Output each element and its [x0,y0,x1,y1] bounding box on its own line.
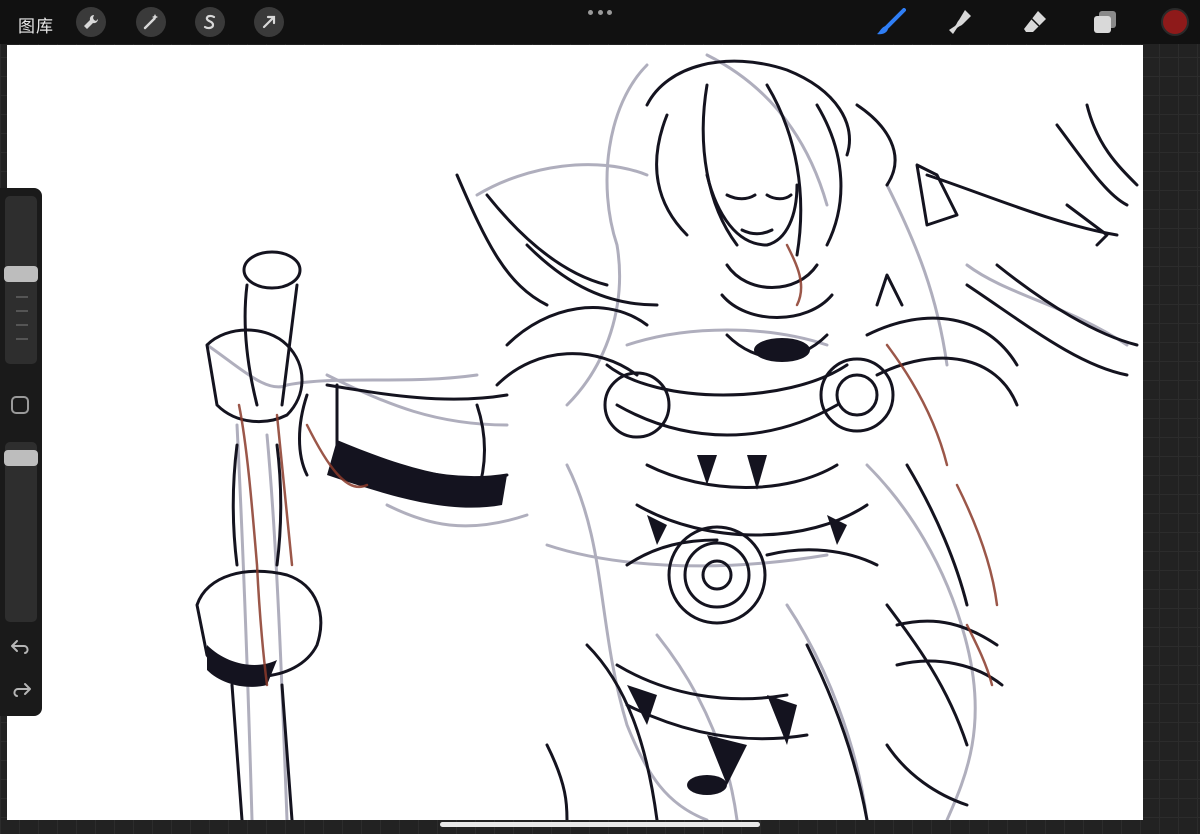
brush-size-thumb[interactable] [4,266,38,282]
drawing-canvas[interactable] [7,45,1143,820]
eraser-tool-button[interactable] [1020,8,1050,36]
undo-icon[interactable] [10,638,32,656]
wrench-icon [84,14,99,29]
grip-line [16,338,28,340]
left-sidebar [0,188,42,716]
opacity-slider[interactable] [4,442,38,622]
smudge-tool-button[interactable] [946,8,976,36]
home-indicator [440,822,760,827]
modify-button[interactable] [11,396,29,414]
transform-button[interactable] [254,7,284,37]
redo-icon[interactable] [10,681,32,699]
layers-button[interactable] [1090,8,1120,36]
dot-icon [607,9,612,15]
brush-icon [877,8,906,35]
smudge-icon [949,10,971,34]
grip-line [16,310,28,312]
layers-icon [1094,11,1116,33]
selection-s-icon [203,14,216,30]
arrow-cursor-icon [262,15,276,29]
grip-line [16,296,28,298]
brush-tool-button[interactable] [876,8,906,36]
selection-button[interactable] [195,7,225,37]
eraser-icon [1024,11,1046,32]
dot-icon [597,9,603,15]
top-toolbar: 图库 [0,0,1200,44]
opacity-thumb[interactable] [4,450,38,466]
color-picker-button[interactable] [1161,8,1189,36]
sketch-artwork [195,53,1139,820]
adjustments-button[interactable] [136,7,166,37]
brush-size-slider[interactable] [4,196,38,364]
dot-icon [588,9,593,15]
gallery-button[interactable]: 图库 [18,12,54,37]
magic-wand-icon [143,14,158,30]
grip-line [16,324,28,326]
more-options-button[interactable] [588,8,612,16]
actions-button[interactable] [76,7,106,37]
